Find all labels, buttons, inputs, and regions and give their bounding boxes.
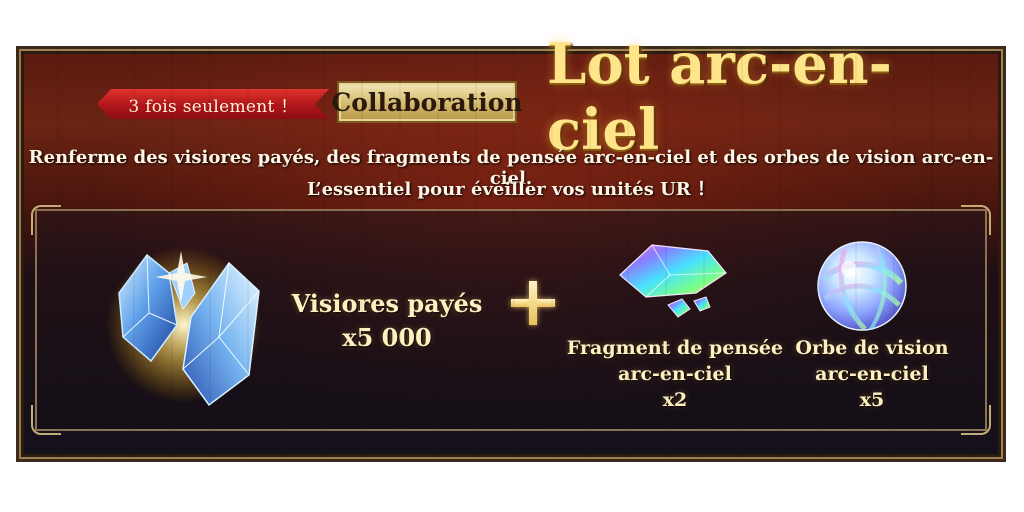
reward-orbe-quantity: x5 bbox=[859, 389, 885, 411]
reward-visiores-name: Visiores payés bbox=[291, 289, 483, 318]
reward-fragment-quantity: x2 bbox=[662, 389, 688, 411]
reward-orbe-name-line2: arc-en-ciel bbox=[815, 363, 929, 385]
reward-fragment-name-line1: Fragment de pensée bbox=[566, 337, 784, 359]
reward-fragment-name-line2: arc-en-ciel bbox=[618, 363, 732, 385]
fragment-icon bbox=[619, 244, 727, 318]
pack-title: Lot arc-en-ciel bbox=[547, 31, 892, 163]
limited-ribbon-label: 3 fois seulement ！ bbox=[128, 96, 298, 117]
collab-pack-banner[interactable]: 3 fois seulement ！ Collaboration Lot arc… bbox=[16, 31, 1006, 462]
reward-fragment: Fragment de pensée arc-en-ciel x2 bbox=[565, 335, 785, 413]
ornament-corner bbox=[961, 205, 991, 235]
plus-icon bbox=[511, 281, 555, 325]
reward-visiores-quantity: x5 000 bbox=[342, 323, 432, 352]
rewards-panel: Visiores payés x5 000 Fragment de pensée… bbox=[31, 205, 991, 435]
ornament-corner bbox=[31, 405, 61, 435]
collaboration-tag-label: Collaboration bbox=[331, 87, 523, 117]
crystals-icon bbox=[106, 247, 262, 407]
ornament-corner bbox=[961, 405, 991, 435]
collaboration-tag: Collaboration bbox=[331, 81, 523, 123]
pack-description-line2: L’essentiel pour éveiller vos unités UR … bbox=[306, 179, 716, 200]
reward-orbe: Orbe de vision arc-en-ciel x5 bbox=[787, 335, 957, 413]
limited-ribbon: 3 fois seulement ！ bbox=[97, 89, 329, 119]
orb-icon bbox=[817, 241, 907, 331]
reward-visiores: Visiores payés x5 000 bbox=[267, 287, 507, 355]
reward-orbe-name-line1: Orbe de vision bbox=[795, 337, 949, 359]
ornament-corner bbox=[31, 205, 61, 235]
